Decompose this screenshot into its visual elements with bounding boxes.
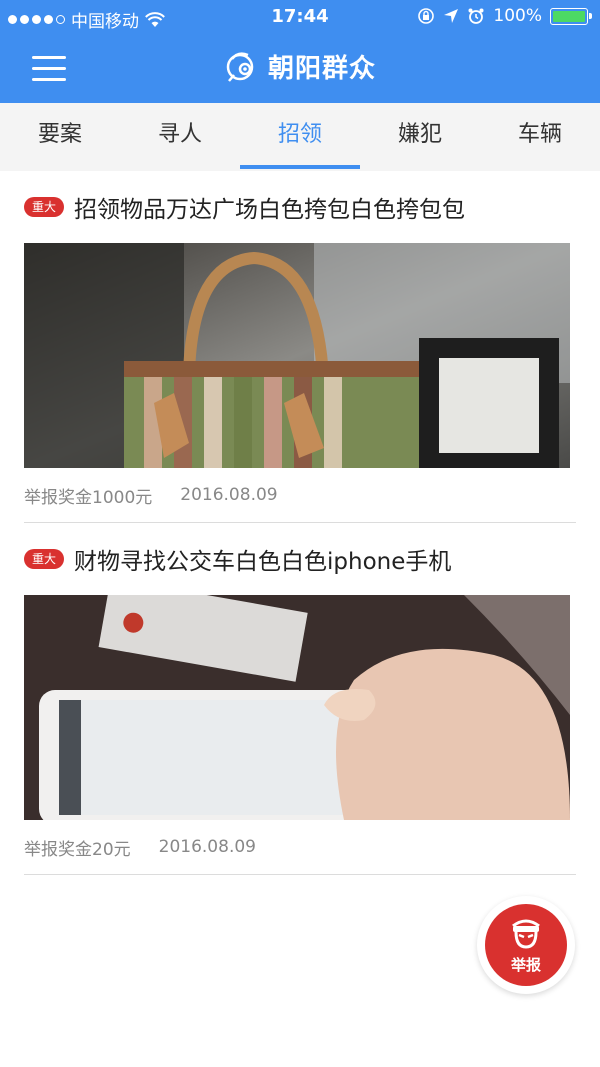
feed-list: 重大 招领物品万达广场白色挎包白色挎包包 举报奖金1000元 2016.08.0…	[0, 171, 600, 875]
reward-amount: 举报奖金1000元	[24, 487, 153, 508]
card-photo-handbag[interactable]	[24, 243, 570, 468]
status-bar: 中国移动 17:44 100%	[0, 0, 600, 34]
card-photo-phone[interactable]	[24, 595, 570, 820]
card-title: 招领物品万达广场白色挎包白色挎包包	[74, 197, 466, 223]
nav-bar: 朝阳群众	[0, 34, 600, 103]
card-title-row[interactable]: 重大 招领物品万达广场白色挎包白色挎包包	[24, 171, 576, 243]
list-item[interactable]: 重大 招领物品万达广场白色挎包白色挎包包 举报奖金1000元 2016.08.0…	[24, 171, 576, 523]
battery-icon	[550, 7, 592, 25]
battery-label: 100%	[493, 6, 542, 26]
card-meta: 举报奖金20元 2016.08.09	[24, 820, 576, 874]
app-title: 朝阳群众	[267, 54, 376, 84]
status-right: 100%	[417, 6, 592, 26]
status-badge: 重大	[24, 549, 65, 569]
card-meta: 举报奖金1000元 2016.08.09	[24, 468, 576, 522]
rotation-lock-icon	[418, 8, 435, 24]
alarm-icon	[468, 8, 484, 24]
status-badge: 重大	[24, 197, 65, 217]
card-title-row[interactable]: 重大 财物寻找公交车白色白色iphone手机	[24, 523, 576, 595]
card-title: 财物寻找公交车白色白色iphone手机	[74, 549, 452, 575]
list-item[interactable]: 重大 财物寻找公交车白色白色iphone手机 举报奖金20元 2016.08.0…	[24, 523, 576, 875]
tab-lost-and-found[interactable]: 招领	[240, 103, 360, 171]
post-date: 2016.08.09	[180, 485, 278, 505]
location-icon	[444, 9, 459, 23]
tab-major-cases[interactable]: 要案	[0, 103, 120, 171]
phone-photo	[24, 595, 570, 820]
report-button-inner: 举报	[485, 904, 567, 986]
masked-face-icon	[512, 919, 540, 949]
tab-suspects[interactable]: 嫌犯	[360, 103, 480, 171]
top-bar: 中国移动 17:44 100% 朝阳群众	[0, 0, 600, 103]
brand: 朝阳群众	[0, 48, 600, 85]
tab-missing-persons[interactable]: 寻人	[120, 103, 240, 171]
report-button-label: 举报	[510, 956, 541, 974]
brand-logo-icon	[226, 51, 254, 82]
reward-amount: 举报奖金20元	[24, 839, 131, 860]
report-button[interactable]: 举报	[477, 896, 575, 994]
category-tabs: 要案 寻人 招领 嫌犯 车辆	[0, 103, 600, 171]
tab-vehicles[interactable]: 车辆	[480, 103, 600, 171]
post-date: 2016.08.09	[158, 837, 256, 857]
handbag-photo	[24, 243, 570, 468]
